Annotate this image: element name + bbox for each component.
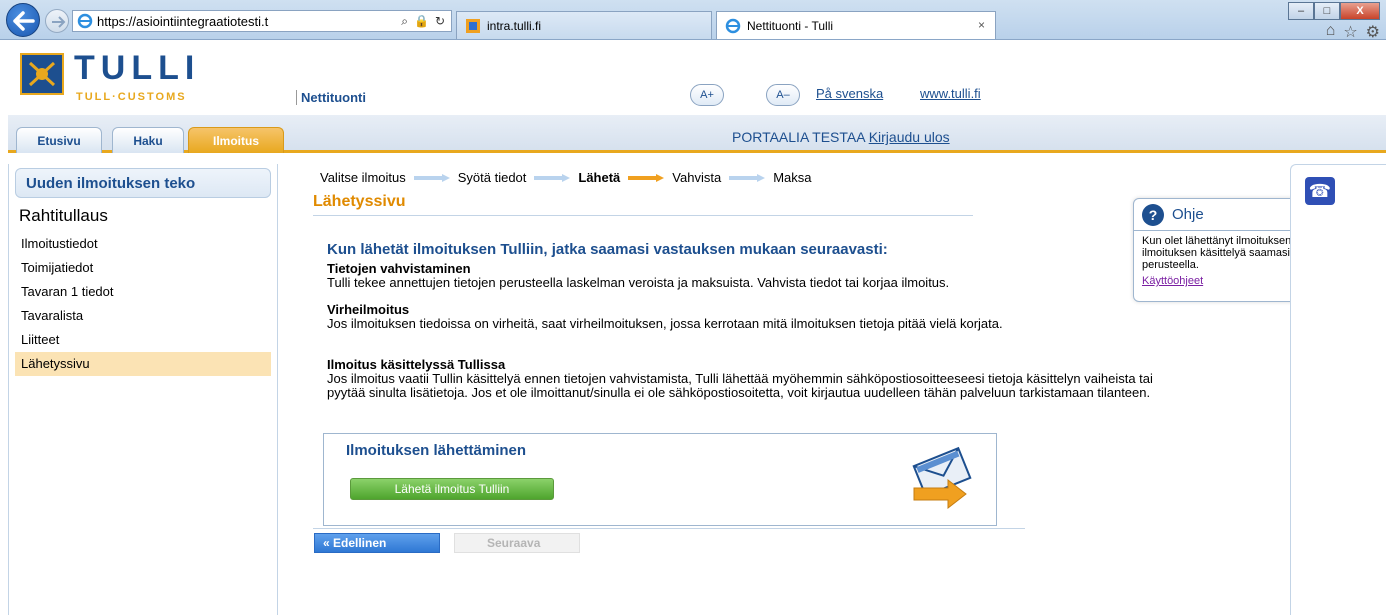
user-info: PORTAALIA TESTAA Kirjaudu ulos bbox=[732, 129, 950, 145]
swedish-language-link[interactable]: På svenska bbox=[816, 86, 883, 101]
browser-tab-intra[interactable]: intra.tulli.fi bbox=[456, 11, 712, 39]
tab-close-icon[interactable]: × bbox=[978, 18, 985, 32]
sidebar-item-liitteet[interactable]: Liitteet bbox=[15, 328, 271, 352]
progress-steps: Valitse ilmoitus Syötä tiedot Lähetä Vah… bbox=[320, 170, 812, 185]
help-title: Ohje bbox=[1172, 206, 1204, 223]
refresh-icon[interactable]: ↻ bbox=[435, 14, 445, 29]
site-favicon-icon bbox=[466, 18, 480, 33]
send-mail-icon bbox=[912, 446, 972, 510]
service-name: Nettituonti bbox=[296, 90, 366, 105]
tulli-emblem-icon[interactable] bbox=[20, 53, 64, 95]
site-header: TULLI TULL·CUSTOMS Nettituonti A+ A– På … bbox=[8, 41, 1386, 113]
logo-title[interactable]: TULLI bbox=[74, 49, 200, 88]
sidebar-item-ilmoitustiedot[interactable]: Ilmoitustiedot bbox=[15, 232, 271, 256]
ie-icon bbox=[77, 13, 93, 29]
phone-icon[interactable]: ☎ bbox=[1305, 177, 1335, 205]
previous-button[interactable]: « Edellinen bbox=[314, 533, 440, 553]
section-text: Tulli tekee annettujen tietojen perustee… bbox=[327, 275, 950, 290]
browser-tab-nettituonti[interactable]: Nettituonti - Tulli × bbox=[716, 11, 996, 39]
tab-haku[interactable]: Haku bbox=[112, 127, 184, 153]
help-question-icon: ? bbox=[1142, 203, 1164, 226]
close-window-button[interactable]: X bbox=[1340, 2, 1380, 20]
step-arrow-icon bbox=[729, 173, 766, 182]
home-icon[interactable]: ⌂ bbox=[1326, 22, 1336, 42]
user-name: PORTAALIA TESTAA bbox=[732, 129, 865, 145]
address-bar[interactable]: https://asiointiintegraatiotesti.t ⌕ 🔒 ↻ bbox=[72, 10, 452, 32]
logo-subtitle: TULL·CUSTOMS bbox=[76, 91, 187, 103]
send-box-title: Ilmoituksen lähettäminen bbox=[346, 442, 527, 459]
section-virheilmoitus: Virheilmoitus Jos ilmoituksen tiedoissa … bbox=[327, 303, 1157, 331]
sidebar-title: Rahtitullaus bbox=[19, 206, 108, 225]
step-arrow-icon bbox=[413, 173, 450, 182]
section-text: Jos ilmoituksen tiedoissa on virheitä, s… bbox=[327, 316, 1003, 331]
tab-label: intra.tulli.fi bbox=[487, 18, 542, 33]
url-text: https://asiointiintegraatiotesti.t bbox=[97, 13, 269, 29]
step-laheta: Lähetä bbox=[578, 170, 621, 185]
browser-chrome: https://asiointiintegraatiotesti.t ⌕ 🔒 ↻… bbox=[0, 0, 1386, 42]
ie-icon bbox=[725, 18, 741, 33]
sidebar-item-lahetyssivu[interactable]: Lähetyssivu bbox=[15, 352, 271, 376]
section-text: Jos ilmoitus vaatii Tullin käsittelyä en… bbox=[327, 371, 1153, 400]
search-icon[interactable]: ⌕ bbox=[401, 14, 408, 29]
gear-icon[interactable]: ⚙ bbox=[1366, 22, 1380, 42]
tab-ilmoitus[interactable]: Ilmoitus bbox=[188, 127, 284, 153]
section-kasittelyssa: Ilmoitus käsittelyssä Tullissa Jos ilmoi… bbox=[327, 358, 1187, 400]
section-vahvistaminen: Tietojen vahvistaminen Tulli tekee annet… bbox=[327, 262, 1207, 290]
section-heading: Tietojen vahvistaminen bbox=[327, 261, 471, 276]
forward-button[interactable] bbox=[45, 9, 69, 33]
sidebar-item-tavaran-tiedot[interactable]: Tavaran 1 tiedot bbox=[15, 280, 271, 304]
section-heading: Ilmoitus käsittelyssä Tullissa bbox=[327, 357, 506, 372]
right-side-panel: ☎ bbox=[1290, 164, 1386, 615]
page-title: Lähetyssivu bbox=[313, 193, 973, 216]
send-declaration-button[interactable]: Lähetä ilmoitus Tulliin bbox=[350, 478, 554, 500]
favorites-star-icon[interactable]: ☆ bbox=[1343, 22, 1357, 42]
back-arrow-icon bbox=[13, 11, 35, 31]
intro-heading: Kun lähetät ilmoituksen Tulliin, jatka s… bbox=[327, 241, 888, 258]
lock-icon[interactable]: 🔒 bbox=[414, 14, 429, 29]
minimize-button[interactable]: – bbox=[1288, 2, 1314, 20]
sidebar: Uuden ilmoituksen teko Rahtitullaus Ilmo… bbox=[8, 164, 278, 615]
logout-link[interactable]: Kirjaudu ulos bbox=[869, 129, 950, 145]
back-button[interactable] bbox=[6, 3, 40, 37]
step-arrow-active-icon bbox=[628, 173, 665, 182]
window-controls: – □ X bbox=[1288, 2, 1380, 20]
sidebar-heading: Uuden ilmoituksen teko bbox=[15, 168, 271, 198]
divider bbox=[313, 528, 1025, 529]
tab-etusivu[interactable]: Etusivu bbox=[16, 127, 102, 153]
maximize-button[interactable]: □ bbox=[1314, 2, 1340, 20]
step-vahvista: Vahvista bbox=[672, 170, 722, 185]
send-box: Ilmoituksen lähettäminen Lähetä ilmoitus… bbox=[323, 433, 997, 526]
forward-arrow-icon bbox=[52, 16, 66, 28]
font-increase-button[interactable]: A+ bbox=[690, 84, 724, 106]
tab-label: Nettituonti - Tulli bbox=[747, 18, 834, 33]
step-arrow-icon bbox=[534, 173, 571, 182]
step-valitse: Valitse ilmoitus bbox=[320, 170, 406, 185]
sidebar-item-tavaralista[interactable]: Tavaralista bbox=[15, 304, 271, 328]
section-heading: Virheilmoitus bbox=[327, 302, 410, 317]
font-decrease-button[interactable]: A– bbox=[766, 84, 800, 106]
main-nav: Etusivu Haku Ilmoitus PORTAALIA TESTAA K… bbox=[8, 115, 1386, 153]
step-maksa: Maksa bbox=[773, 170, 812, 185]
next-button[interactable]: Seuraava bbox=[454, 533, 580, 553]
step-syota: Syötä tiedot bbox=[457, 170, 527, 185]
browser-toolbar-icons: ⌂ ☆ ⚙ bbox=[1326, 22, 1380, 42]
tulli-site-link[interactable]: www.tulli.fi bbox=[920, 86, 981, 101]
sidebar-item-toimijatiedot[interactable]: Toimijatiedot bbox=[15, 256, 271, 280]
